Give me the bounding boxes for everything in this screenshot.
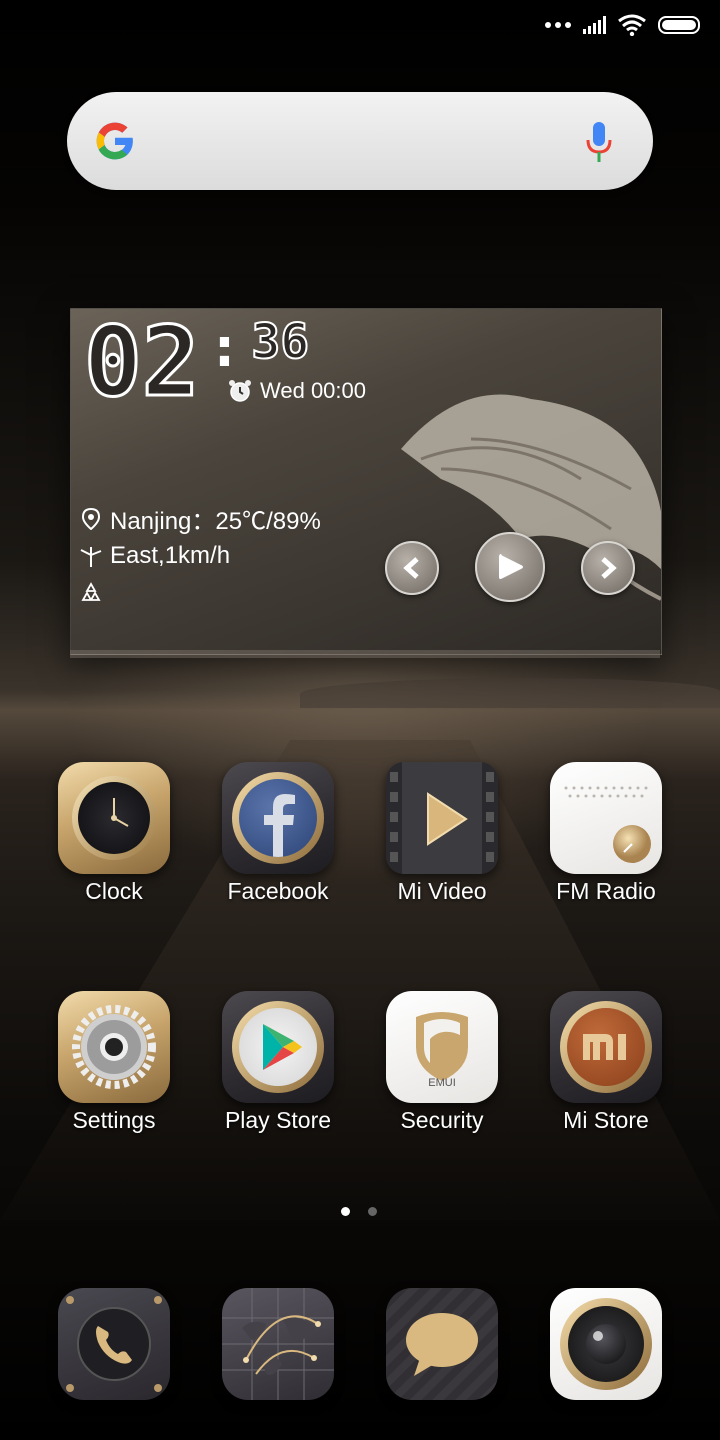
cellular-signal-icon (583, 16, 606, 34)
app-clock[interactable]: Clock (32, 762, 196, 905)
dock-camera[interactable] (524, 1288, 688, 1400)
weather-text: Nanjing：25℃/89% (110, 508, 321, 535)
play-icon (499, 554, 523, 579)
app-label-facebook: Facebook (227, 878, 329, 904)
page-dot-2[interactable] (368, 1207, 377, 1216)
shield-icon: EMUI (386, 991, 498, 1103)
browser-globe-icon (222, 1288, 334, 1400)
clock-icon (58, 762, 170, 874)
dock-messages[interactable] (360, 1288, 524, 1400)
radio-icon (550, 762, 662, 874)
previous-icon (403, 557, 419, 579)
app-facebook[interactable]: Facebook (196, 762, 360, 905)
mi-logo-icon: mi (550, 991, 662, 1103)
widget-weather[interactable]: Nanjing：25℃/89% East,1km/h (80, 500, 321, 611)
app-mi-video[interactable]: Mi Video (360, 762, 524, 905)
wind-turbine-icon (80, 546, 102, 567)
app-play-store[interactable]: Play Store (196, 991, 360, 1134)
security-badge-text: EMUI (428, 1077, 456, 1089)
video-play-icon (386, 762, 498, 874)
location-pin-icon (81, 507, 101, 530)
google-search-bar[interactable] (67, 92, 653, 190)
wifi-icon (618, 14, 646, 36)
app-security[interactable]: EMUI Security (360, 991, 524, 1134)
time-colon: : (207, 315, 242, 380)
page-dot-1[interactable] (341, 1207, 350, 1216)
app-label-fm-radio: FM Radio (556, 878, 656, 904)
phone-icon (58, 1288, 170, 1400)
dock-browser[interactable] (196, 1288, 360, 1400)
facebook-icon (222, 762, 334, 874)
app-label-play-store: Play Store (224, 1107, 332, 1133)
recycle-icon[interactable] (80, 581, 102, 604)
wind-text: East,1km/h (110, 541, 231, 569)
app-mi-store[interactable]: mi Mi Store (524, 991, 688, 1134)
app-settings[interactable]: Settings (32, 991, 196, 1134)
next-button[interactable] (581, 541, 635, 595)
dock-phone[interactable] (32, 1288, 196, 1400)
next-icon (601, 557, 617, 579)
battery-full-icon (658, 16, 700, 34)
previous-button[interactable] (385, 541, 439, 595)
gear-icon (58, 991, 170, 1103)
widget-minute: 36 (250, 314, 310, 370)
app-label-mi-video: Mi Video (397, 878, 487, 904)
messages-icon (386, 1288, 498, 1400)
app-label-clock: Clock (85, 878, 143, 904)
page-indicator[interactable] (341, 1207, 377, 1216)
app-label-settings: Settings (72, 1107, 156, 1133)
notification-dots (545, 22, 571, 28)
camera-icon (550, 1288, 662, 1400)
microphone-icon[interactable] (585, 120, 613, 164)
widget-shelf (70, 650, 660, 658)
background-mountain (300, 678, 720, 708)
status-bar (545, 14, 700, 36)
app-fm-radio[interactable]: FM Radio (524, 762, 688, 905)
play-store-icon (222, 991, 334, 1103)
play-button[interactable] (475, 532, 545, 602)
app-label-mi-store: Mi Store (563, 1107, 649, 1133)
alarm-text: Wed 00:00 (260, 378, 367, 403)
widget-alarm[interactable]: Wed 00:00 (228, 378, 366, 404)
alarm-clock-icon (229, 380, 251, 402)
google-g-icon (96, 122, 133, 160)
app-label-security: Security (400, 1107, 484, 1133)
widget-hour: 02 (83, 306, 202, 418)
